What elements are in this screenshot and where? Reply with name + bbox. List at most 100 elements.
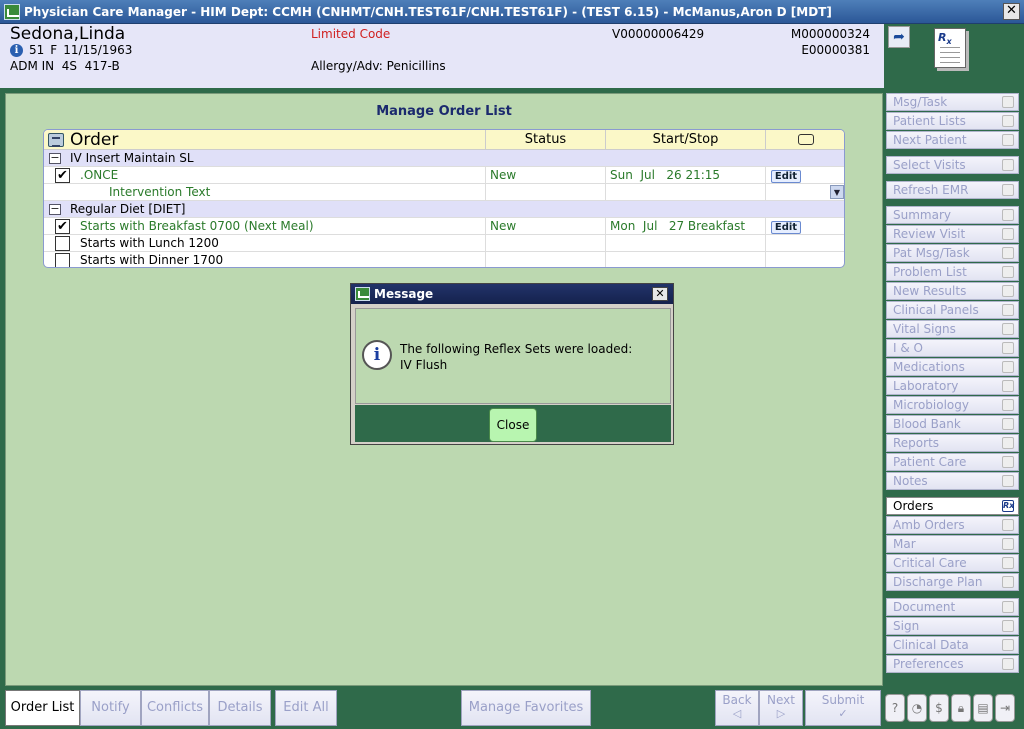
close-window-button[interactable]: ✕ [1003,3,1020,20]
results-icon [1002,285,1014,297]
sidebar-item-discharge-plan[interactable]: Discharge Plan [886,573,1019,591]
sidebar-item-notes[interactable]: Notes [886,472,1019,490]
visits-icon [1002,159,1014,171]
sidebar-item-problem-list[interactable]: Problem List [886,263,1019,281]
blood-icon [1002,418,1014,430]
sidebar-item-sign[interactable]: Sign [886,617,1019,635]
order-text: .ONCE [80,168,119,182]
checkbox[interactable]: ✔ [55,219,70,234]
table-row: ✔ .ONCE New Sun Jul 26 21:15 Edit [44,167,844,184]
sidebar-item-preferences[interactable]: Preferences [886,655,1019,673]
startstop-column-header: Start/Stop [605,130,765,150]
next-button[interactable]: Next ▷ [759,690,803,726]
allergy-info: Allergy/Adv: Penicillins [311,59,446,73]
search-icon [1002,228,1014,240]
dialog-close-icon[interactable]: ✕ [652,287,668,301]
patient-location: ADM IN 4S 417-B [10,59,120,73]
document-icon[interactable]: ▤ [973,694,993,722]
order-text: Starts with Dinner 1700 [80,253,224,267]
edit-button[interactable]: Edit [771,221,801,234]
check-icon: ✓ [838,707,848,720]
help-icon[interactable]: ? [885,694,905,722]
pie-chart-icon[interactable]: ◔ [907,694,927,722]
group-label: Regular Diet [DIET] [70,202,186,216]
encounter-number: E00000381 [801,43,870,57]
sidebar-item-document[interactable]: Document [886,598,1019,616]
manage-favorites-button[interactable]: Manage Favorites [461,690,591,726]
drop-icon [1002,342,1014,354]
order-start: Mon Jul 27 Breakfast [605,218,765,235]
order-grid: Order Status Start/Stop − IV Insert Main… [43,129,845,268]
sidebar-item-clinical-panels[interactable]: Clinical Panels [886,301,1019,319]
sidebar-item-select-visits[interactable]: Select Visits [886,156,1019,174]
message-dialog: Message ✕ i The following Reflex Sets we… [350,283,674,445]
dialog-message: The following Reflex Sets were loaded: I… [400,342,633,372]
sidebar-item-reports[interactable]: Reports [886,434,1019,452]
sidebar-item-new-results[interactable]: New Results [886,282,1019,300]
panel-icon [1002,304,1014,316]
window-title: Physician Care Manager - HIM Dept: CCMH … [24,4,832,19]
sidebar-item-microbiology[interactable]: Microbiology [886,396,1019,414]
tab-order-list[interactable]: Order List [5,690,80,726]
edit-button[interactable]: Edit [771,170,801,183]
sidebar-item-laboratory[interactable]: Laboratory [886,377,1019,395]
bottom-toolbar: Order List Notify Conflicts Details Edit… [0,686,1024,729]
sidebar-item-orders[interactable]: Orders Rx [886,497,1019,515]
sidebar-item-review-visit[interactable]: Review Visit [886,225,1019,243]
pill-icon [1002,361,1014,373]
sidebar-item-summary[interactable]: Summary [886,206,1019,224]
dialog-title: Message [374,287,434,301]
sidebar-item-blood-bank[interactable]: Blood Bank [886,415,1019,433]
edit-all-button[interactable]: Edit All [275,690,337,726]
sidebar-item-amb-orders[interactable]: Amb Orders [886,516,1019,534]
notes-icon [1002,475,1014,487]
sidebar-item-mar[interactable]: Mar [886,535,1019,553]
intervention-text: Intervention Text [109,185,211,199]
close-button[interactable]: Close [489,408,537,442]
comment-bubble-icon [798,134,814,145]
sidebar-item-refresh-emr[interactable]: Refresh EMR [886,181,1019,199]
checkbox[interactable]: ✔ [55,168,70,183]
test-tube-icon [1002,380,1014,392]
dollar-icon[interactable]: $ [929,694,949,722]
rx-icon: Rx [1002,500,1015,512]
comment-column-header [765,130,844,150]
critical-care-icon [1002,557,1014,569]
forward-arrow-icon[interactable]: ➦ [888,26,910,48]
dropdown-arrow-icon[interactable]: ▼ [830,185,844,199]
sidebar-item-next-patient[interactable]: Next Patient [886,131,1019,149]
collapse-icon[interactable]: − [49,152,61,164]
exit-icon[interactable]: ⇥ [995,694,1015,722]
tab-conflicts[interactable]: Conflicts [141,690,209,726]
sidebar-item-critical-care[interactable]: Critical Care [886,554,1019,572]
info-icon[interactable]: i [10,43,23,57]
report-icon [1002,437,1014,449]
order-status: New [485,167,605,184]
tab-notify[interactable]: Notify [80,690,141,726]
submit-button[interactable]: Submit ✓ [805,690,881,726]
sidebar-item-i-and-o[interactable]: I & O [886,339,1019,357]
sidebar-item-vital-signs[interactable]: Vital Signs [886,320,1019,338]
tab-details[interactable]: Details [209,690,271,726]
sidebar-item-msg-task[interactable]: Msg/Task [886,93,1019,111]
lock-icon[interactable]: 🔒︎ [951,694,971,722]
order-column-header: Order [48,130,118,150]
sidebar-item-pat-msg-task[interactable]: Pat Msg/Task [886,244,1019,262]
patient-dob: 11/15/1963 [63,43,133,57]
pen-icon [1002,601,1014,613]
sidebar-item-clinical-data[interactable]: Clinical Data [886,636,1019,654]
checkbox[interactable] [55,236,70,251]
envelope-icon [1002,96,1014,108]
sidebar-item-patient-care[interactable]: Patient Care [886,453,1019,471]
status-column-header: Status [485,130,605,150]
order-list-icon [48,133,64,147]
sidebar-item-medications[interactable]: Medications [886,358,1019,376]
sidebar-item-patient-lists[interactable]: Patient Lists [886,112,1019,130]
limited-code-link[interactable]: Limited Code [311,27,390,41]
back-button[interactable]: Back ◁ [715,690,759,726]
checkbox[interactable] [55,253,70,267]
data-icon [1002,639,1014,651]
rx-icon [1002,519,1014,531]
prescription-icon[interactable]: Rx [934,28,966,68]
collapse-icon[interactable]: − [49,203,61,215]
